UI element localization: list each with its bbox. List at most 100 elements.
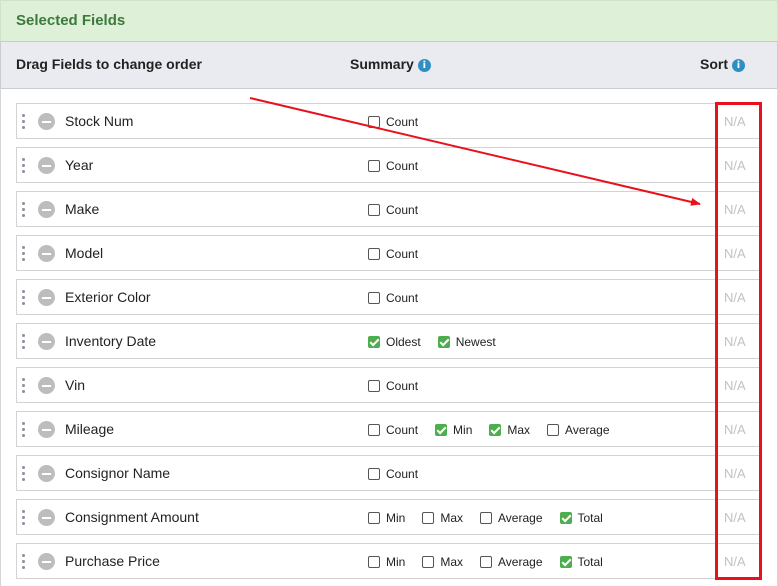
remove-field-icon[interactable] bbox=[38, 333, 55, 350]
sort-value: N/A bbox=[724, 378, 746, 393]
drag-handle-icon[interactable] bbox=[22, 246, 26, 262]
drag-handle-icon[interactable] bbox=[22, 422, 26, 438]
summary-option-count[interactable]: Count bbox=[368, 467, 418, 481]
field-row[interactable]: Purchase Price Min Max Average Total N/A bbox=[16, 543, 762, 579]
summary-option-newest[interactable]: Newest bbox=[437, 335, 496, 349]
drag-handle-icon[interactable] bbox=[22, 290, 26, 306]
summary-checkbox[interactable] bbox=[368, 512, 380, 524]
summary-checkbox[interactable] bbox=[368, 424, 380, 436]
remove-field-icon[interactable] bbox=[38, 289, 55, 306]
drag-handle-icon[interactable] bbox=[22, 158, 26, 174]
field-name: Exterior Color bbox=[65, 289, 151, 305]
info-icon[interactable]: i bbox=[417, 59, 431, 72]
summary-checkbox[interactable] bbox=[368, 336, 380, 348]
summary-option-average[interactable]: Average bbox=[480, 555, 543, 569]
remove-field-icon[interactable] bbox=[38, 553, 55, 570]
field-row[interactable]: Consignor Name Count N/A bbox=[16, 455, 762, 491]
summary-checkbox[interactable] bbox=[422, 512, 435, 524]
summary-checkbox[interactable] bbox=[368, 380, 380, 392]
summary-option-label: Max bbox=[440, 511, 464, 525]
sort-value: N/A bbox=[724, 202, 746, 217]
summary-option-count[interactable]: Count bbox=[368, 379, 418, 393]
summary-checkbox[interactable] bbox=[368, 204, 380, 216]
summary-option-average[interactable]: Average bbox=[547, 423, 610, 437]
summary-option-count[interactable]: Count bbox=[368, 203, 418, 217]
field-row[interactable]: Vin Count N/A bbox=[16, 367, 762, 403]
summary-checkbox[interactable] bbox=[480, 556, 493, 568]
remove-field-icon[interactable] bbox=[38, 377, 55, 394]
summary-options: Count bbox=[368, 290, 435, 306]
sort-value: N/A bbox=[724, 334, 746, 349]
remove-field-icon[interactable] bbox=[38, 421, 55, 438]
summary-option-total[interactable]: Total bbox=[559, 555, 603, 569]
summary-option-count[interactable]: Count bbox=[368, 159, 418, 173]
field-row[interactable]: Stock Num Count N/A bbox=[16, 103, 762, 139]
summary-checkbox[interactable] bbox=[559, 512, 572, 524]
summary-option-max[interactable]: Max bbox=[422, 511, 463, 525]
summary-checkbox[interactable] bbox=[368, 292, 380, 304]
summary-checkbox[interactable] bbox=[480, 512, 493, 524]
sort-value: N/A bbox=[724, 510, 746, 525]
summary-option-count[interactable]: Count bbox=[368, 291, 418, 305]
drag-handle-icon[interactable] bbox=[22, 378, 26, 394]
info-icon[interactable]: i bbox=[732, 59, 745, 72]
remove-field-icon[interactable] bbox=[38, 465, 55, 482]
remove-field-icon[interactable] bbox=[38, 201, 55, 218]
summary-options: Count Min Max Average bbox=[368, 422, 627, 438]
summary-checkbox[interactable] bbox=[559, 556, 572, 568]
summary-checkbox[interactable] bbox=[368, 248, 380, 260]
summary-option-oldest[interactable]: Oldest bbox=[368, 335, 421, 349]
field-row[interactable]: Year Count N/A bbox=[16, 147, 762, 183]
remove-field-icon[interactable] bbox=[38, 509, 55, 526]
summary-option-min[interactable]: Min bbox=[368, 511, 405, 525]
field-row[interactable]: Make Count N/A bbox=[16, 191, 762, 227]
remove-field-icon[interactable] bbox=[38, 157, 55, 174]
summary-option-total[interactable]: Total bbox=[559, 511, 603, 525]
field-row[interactable]: Model Count N/A bbox=[16, 235, 762, 271]
remove-field-icon[interactable] bbox=[38, 113, 55, 130]
summary-option-min[interactable]: Min bbox=[368, 555, 405, 569]
sort-value: N/A bbox=[724, 290, 746, 305]
summary-checkbox[interactable] bbox=[368, 160, 380, 172]
summary-option-count[interactable]: Count bbox=[368, 423, 418, 437]
summary-header-label: Summary bbox=[350, 56, 414, 72]
summary-options: Oldest Newest bbox=[368, 334, 513, 350]
summary-checkbox[interactable] bbox=[422, 556, 435, 568]
summary-checkbox[interactable] bbox=[368, 556, 380, 568]
field-row[interactable]: Consignment Amount Min Max Average Total N/A bbox=[16, 499, 762, 535]
summary-options: Count bbox=[368, 466, 435, 482]
summary-checkbox[interactable] bbox=[547, 424, 560, 436]
summary-checkbox[interactable] bbox=[437, 336, 450, 348]
drag-handle-icon[interactable] bbox=[22, 202, 26, 218]
summary-options: Count bbox=[368, 114, 435, 130]
summary-option-label: Count bbox=[386, 203, 419, 217]
summary-option-max[interactable]: Max bbox=[489, 423, 530, 437]
field-name: Consignment Amount bbox=[65, 509, 199, 525]
summary-checkbox[interactable] bbox=[368, 116, 380, 128]
field-row[interactable]: Exterior Color Count N/A bbox=[16, 279, 762, 315]
summary-checkbox[interactable] bbox=[368, 468, 380, 480]
remove-field-icon[interactable] bbox=[38, 245, 55, 262]
summary-checkbox[interactable] bbox=[435, 424, 448, 436]
drag-handle-icon[interactable] bbox=[22, 114, 26, 130]
drag-handle-icon[interactable] bbox=[22, 334, 26, 350]
summary-option-count[interactable]: Count bbox=[368, 247, 418, 261]
summary-option-count[interactable]: Count bbox=[368, 115, 418, 129]
summary-option-label: Count bbox=[386, 159, 419, 173]
summary-option-max[interactable]: Max bbox=[422, 555, 463, 569]
sort-value: N/A bbox=[724, 554, 746, 569]
summary-option-label: Max bbox=[507, 423, 531, 437]
summary-option-average[interactable]: Average bbox=[480, 511, 543, 525]
summary-option-min[interactable]: Min bbox=[435, 423, 472, 437]
summary-checkbox[interactable] bbox=[489, 424, 502, 436]
drag-handle-icon[interactable] bbox=[22, 554, 26, 570]
field-row[interactable]: Mileage Count Min Max Average N/A bbox=[16, 411, 762, 447]
drag-handle-icon[interactable] bbox=[22, 466, 26, 482]
field-row[interactable]: Inventory Date Oldest Newest N/A bbox=[16, 323, 762, 359]
field-name: Mileage bbox=[65, 421, 115, 437]
drag-handle-icon[interactable] bbox=[22, 510, 26, 526]
summary-column-header: Summary i bbox=[350, 56, 431, 72]
drag-column-header: Drag Fields to change order bbox=[16, 56, 202, 72]
field-name: Stock Num bbox=[65, 113, 134, 129]
summary-option-label: Min bbox=[386, 511, 406, 525]
